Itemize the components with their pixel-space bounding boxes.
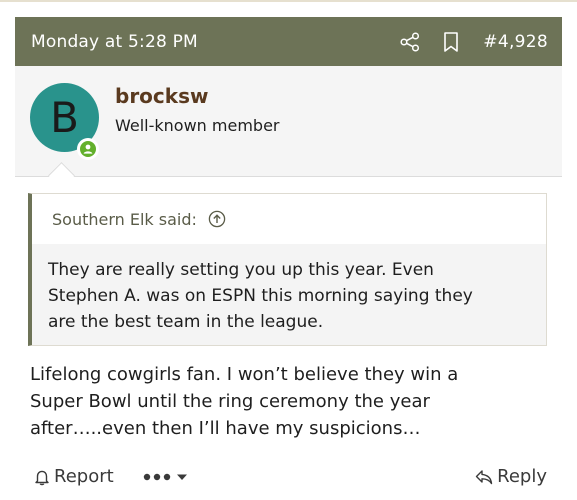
- quote-body: They are really setting you up this year…: [32, 244, 546, 345]
- quote-author[interactable]: Southern Elk said:: [52, 210, 197, 229]
- quote-line: Stephen A. was on ESPN this morning sayi…: [48, 286, 473, 306]
- reply-button[interactable]: Reply: [474, 462, 547, 492]
- share-icon[interactable]: [399, 31, 421, 53]
- more-options-menu[interactable]: [143, 462, 188, 492]
- report-label[interactable]: Report: [54, 462, 114, 492]
- post-number[interactable]: #4,928: [483, 17, 548, 66]
- online-status-icon: [77, 138, 99, 160]
- action-bar: Report Reply: [30, 462, 547, 492]
- top-divider: [0, 0, 577, 2]
- user-panel-divider: [15, 176, 562, 177]
- message-line: Lifelong cowgirls fan. I won’t believe t…: [30, 364, 459, 385]
- message-line: Super Bowl until the ring ceremony the y…: [30, 391, 430, 412]
- ellipsis-icon[interactable]: [143, 472, 173, 482]
- message-body: Lifelong cowgirls fan. I won’t believe t…: [30, 361, 550, 442]
- username[interactable]: brocksw: [115, 84, 208, 108]
- bell-icon: [35, 470, 49, 486]
- user-title: Well-known member: [115, 116, 280, 135]
- quote-attribution[interactable]: Southern Elk said:: [52, 194, 226, 244]
- arrow-up-circle-icon[interactable]: [208, 210, 226, 228]
- message-line: after…..even then I’ll have my suspicion…: [30, 418, 421, 439]
- quote-line: They are really setting you up this year…: [48, 260, 434, 280]
- post-header: Monday at 5:28 PM #4,928: [15, 17, 562, 66]
- report-button[interactable]: Report: [33, 462, 114, 492]
- quote-line: are the best team in the league.: [48, 312, 324, 332]
- post-date[interactable]: Monday at 5:28 PM: [31, 17, 198, 66]
- reply-label[interactable]: Reply: [497, 462, 547, 492]
- caret-down-icon[interactable]: [176, 472, 188, 482]
- bookmark-icon[interactable]: [441, 31, 461, 53]
- quote-block: Southern Elk said: They are really setti…: [28, 193, 547, 346]
- reply-arrow-icon: [475, 470, 493, 485]
